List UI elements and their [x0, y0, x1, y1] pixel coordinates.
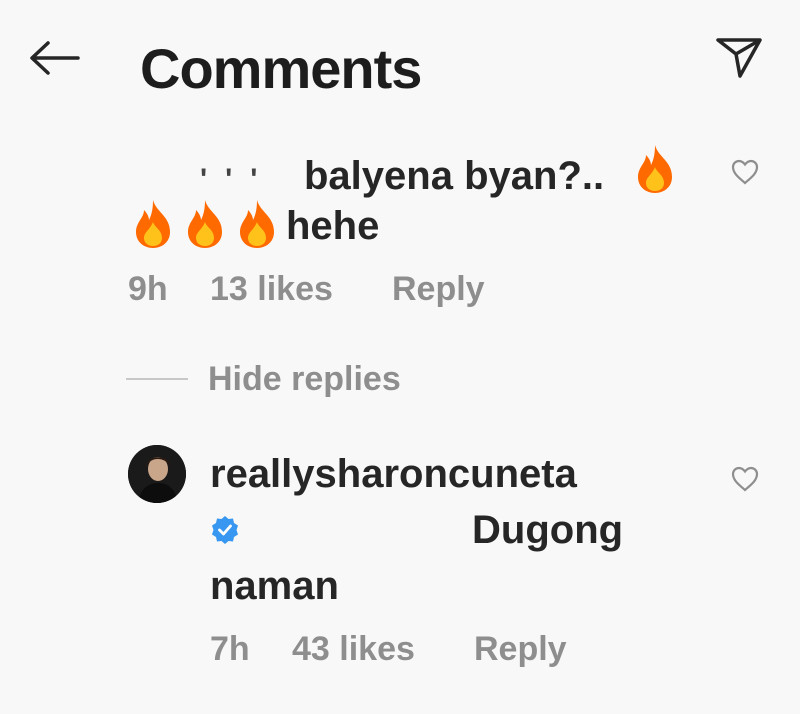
- comment-likes[interactable]: 13 likes: [210, 270, 333, 309]
- obscured-username: ''': [200, 163, 276, 196]
- comment-text: balyena byan?..: [304, 154, 605, 198]
- share-button[interactable]: [710, 28, 766, 84]
- like-button[interactable]: [730, 158, 760, 186]
- verified-badge: [210, 515, 240, 545]
- comment-text-line: ''' balyena byan?..: [200, 156, 604, 196]
- heart-outline-icon: [731, 159, 759, 185]
- reply-button[interactable]: Reply: [392, 270, 485, 309]
- verified-badge-icon: [212, 516, 238, 544]
- reply-button[interactable]: Reply: [474, 630, 567, 669]
- hide-replies-label: Hide replies: [208, 360, 401, 398]
- reply-text: naman: [210, 564, 339, 608]
- fire-emoji-icon: [136, 200, 170, 248]
- profile-photo: [128, 445, 186, 503]
- fire-emoji-icon: [240, 200, 274, 248]
- comment-text: hehe: [286, 204, 380, 248]
- page-title: Comments: [140, 37, 422, 100]
- send-icon: [716, 38, 762, 78]
- back-button[interactable]: [26, 38, 82, 78]
- back-arrow-icon: [30, 41, 80, 75]
- comments-screen: Comments ''' balyena byan?.. hehe 9h 13 …: [0, 0, 800, 714]
- reply-time: 7h: [210, 630, 250, 668]
- divider-line: [126, 378, 188, 380]
- reply-likes[interactable]: 43 likes: [292, 630, 415, 669]
- username[interactable]: reallysharoncuneta: [210, 454, 577, 494]
- fire-emoji-icon: [638, 145, 672, 193]
- like-button[interactable]: [730, 465, 760, 493]
- fire-emoji-icon: [188, 200, 222, 248]
- reply-text: Dugong: [472, 508, 624, 552]
- avatar[interactable]: [128, 445, 186, 503]
- comment-time: 9h: [128, 270, 168, 308]
- heart-outline-icon: [731, 466, 759, 492]
- hide-replies-button[interactable]: Hide replies: [126, 360, 446, 400]
